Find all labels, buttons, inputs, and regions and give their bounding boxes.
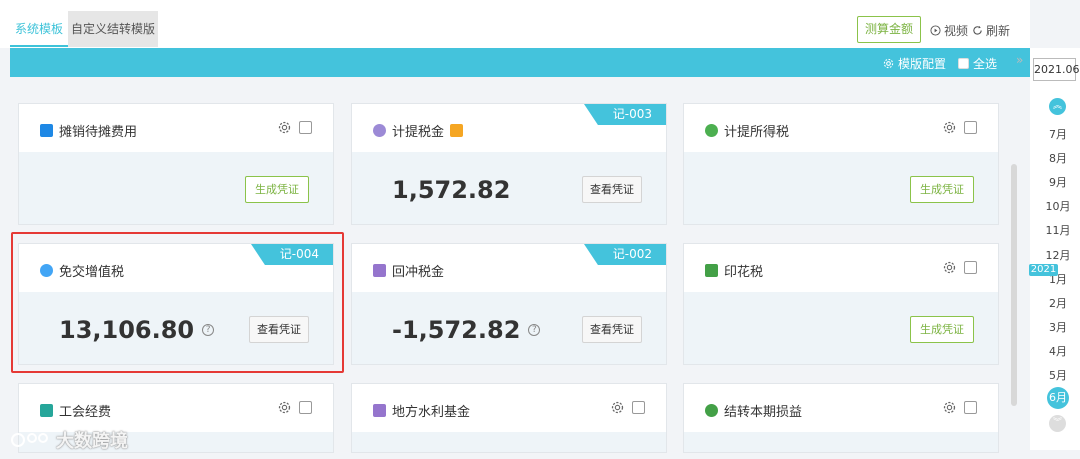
highlight-frame — [11, 232, 344, 373]
month-item[interactable]: 7月 — [1040, 126, 1076, 142]
card-profit-loss-transfer: 结转本期损益 — [683, 383, 999, 453]
month-item[interactable]: 12月 — [1040, 247, 1076, 263]
help-icon[interactable]: ? — [528, 324, 541, 336]
ticket-icon — [373, 264, 386, 277]
play-circle-icon — [930, 25, 941, 36]
logo-icon — [11, 433, 48, 447]
refresh-icon — [973, 25, 982, 35]
card-title: 回冲税金 — [392, 265, 445, 280]
view-voucher-button[interactable]: 查看凭证 — [582, 176, 642, 203]
card-title: 工会经费 — [59, 405, 112, 420]
card-prepaid-amortization: 摊销待摊费用 生成凭证 — [18, 103, 334, 225]
generate-voucher-button[interactable]: 生成凭证 — [910, 176, 974, 203]
coin-stack-icon — [705, 124, 718, 137]
select-all-toggle[interactable]: 全选 — [957, 55, 997, 72]
watermark: 大数跨境 — [10, 427, 128, 453]
house-icon — [40, 404, 53, 417]
month-item[interactable]: 2月 — [1040, 295, 1076, 311]
card-amount: 1,572.82 — [392, 176, 510, 204]
chevron-up-icon[interactable]: ︽ — [1049, 98, 1066, 115]
gear-icon[interactable] — [943, 261, 956, 274]
watermark-text: 大数跨境 — [56, 431, 128, 452]
card-title: 结转本期损益 — [724, 405, 803, 420]
chevron-down-icon[interactable]: ︾ — [1049, 415, 1066, 432]
tab-custom-templates[interactable]: 自定义结转模版 — [68, 11, 158, 47]
refresh-link[interactable]: 刷新 — [972, 22, 1010, 39]
template-config-label: 模版配置 — [897, 57, 946, 71]
vertical-scrollbar[interactable] — [1011, 164, 1017, 406]
month-item[interactable]: 11月 — [1040, 222, 1076, 238]
month-item[interactable]: 9月 — [1040, 174, 1076, 190]
period-display[interactable]: 2021.06 — [1033, 58, 1080, 81]
card-stamp-tax: 印花税 生成凭证 — [683, 243, 999, 365]
card-checkbox[interactable] — [632, 401, 645, 414]
select-all-label: 全选 — [972, 57, 997, 71]
windows-grid-icon — [40, 124, 53, 137]
tag-icon — [450, 124, 464, 137]
card-tax-reversal: 回冲税金 记-002 -1,572.82? 查看凭证 — [351, 243, 667, 365]
gear-icon[interactable] — [943, 121, 956, 134]
gear-icon[interactable] — [278, 121, 291, 134]
card-amount: -1,572.82? — [392, 316, 541, 344]
amount-value: -1,572.82 — [392, 316, 521, 344]
card-title: 印花税 — [724, 265, 764, 280]
gear-icon[interactable] — [943, 401, 956, 414]
card-income-tax: 计提所得税 生成凭证 — [683, 103, 999, 225]
money-bag-icon — [705, 404, 718, 417]
card-toolbar: 模版配置 全选 — [10, 48, 1030, 77]
card-title: 计提所得税 — [724, 125, 790, 140]
month-item[interactable]: 10月 — [1040, 198, 1076, 214]
video-link[interactable]: 视频 — [930, 22, 968, 39]
generate-voucher-button[interactable]: 生成凭证 — [910, 316, 974, 343]
template-config-link[interactable]: 模版配置 — [883, 55, 946, 72]
month-item[interactable]: 5月 — [1040, 367, 1076, 383]
refresh-label: 刷新 — [986, 24, 1011, 38]
selected-month[interactable]: 6月 — [1047, 387, 1069, 409]
select-all-checkbox[interactable] — [957, 58, 969, 69]
card-checkbox[interactable] — [964, 121, 977, 134]
card-checkbox[interactable] — [299, 401, 312, 414]
voucher-badge: 记-002 — [584, 244, 666, 265]
card-title: 摊销待摊费用 — [59, 125, 138, 140]
voucher-badge: 记-003 — [584, 104, 666, 125]
stamp-icon — [705, 264, 718, 277]
collapse-panel-icon[interactable]: » — [1016, 53, 1023, 67]
video-label: 视频 — [944, 24, 969, 38]
notebook-icon — [373, 404, 386, 417]
month-item[interactable]: 3月 — [1040, 319, 1076, 335]
year-tag: 2021 — [1029, 264, 1058, 276]
card-checkbox[interactable] — [964, 401, 977, 414]
coin-stack-icon — [373, 124, 386, 137]
generate-voucher-button[interactable]: 生成凭证 — [245, 176, 309, 203]
card-checkbox[interactable] — [299, 121, 312, 134]
top-bar: 系统模板 自定义结转模版 测算金额 视频 刷新 — [0, 0, 1030, 48]
calc-amount-button[interactable]: 测算金额 — [857, 16, 921, 43]
gear-icon — [883, 58, 894, 69]
card-title: 计提税金 — [392, 125, 445, 140]
card-checkbox[interactable] — [964, 261, 977, 274]
amount-value: 1,572.82 — [392, 176, 511, 204]
gear-icon[interactable] — [611, 401, 624, 414]
card-accrued-tax: 计提税金 记-003 1,572.82 查看凭证 — [351, 103, 667, 225]
card-water-fund: 地方水利基金 — [351, 383, 667, 453]
card-title: 地方水利基金 — [392, 405, 471, 420]
tab-system-templates[interactable]: 系统模板 — [10, 11, 68, 47]
month-item[interactable]: 4月 — [1040, 343, 1076, 359]
month-item[interactable]: 8月 — [1040, 150, 1076, 166]
gear-icon[interactable] — [278, 401, 291, 414]
view-voucher-button[interactable]: 查看凭证 — [582, 316, 642, 343]
page-root: 系统模板 自定义结转模版 测算金额 视频 刷新 模版配置 全选 » 摊销待摊费用 — [0, 0, 1080, 459]
